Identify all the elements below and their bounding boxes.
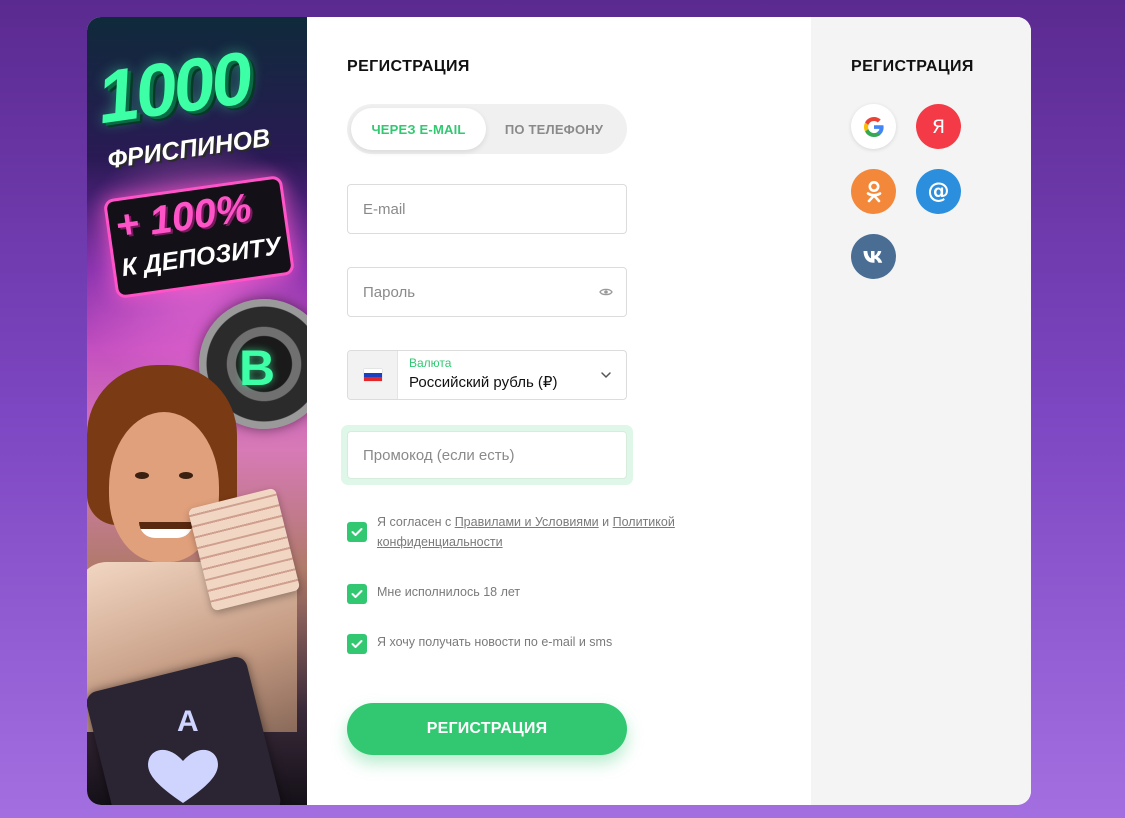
email-field[interactable]	[348, 185, 626, 233]
rules-link[interactable]: Правилами и Условиями	[455, 515, 599, 529]
heart-icon	[148, 749, 218, 803]
mail-ru-login-button[interactable]: @	[916, 169, 961, 214]
vk-icon	[863, 250, 882, 263]
social-title: РЕГИСТРАЦИЯ	[851, 58, 974, 75]
news-checkbox[interactable]	[347, 634, 367, 654]
google-icon	[863, 116, 884, 137]
google-login-button[interactable]	[851, 104, 896, 149]
man-eye-image	[135, 472, 149, 479]
news-checkbox-row: Я хочу получать новости по e-mail и sms	[347, 632, 612, 654]
promo-banner: 1000 ФРИСПИНОВ + 100% К ДЕПОЗИТУ B A	[87, 17, 307, 805]
promo-field-container	[347, 431, 627, 479]
currency-select[interactable]: Валюта Российский рубль (₽)	[347, 350, 627, 400]
registration-method-tabs: ЧЕРЕЗ E-MAIL ПО ТЕЛЕФОНУ	[347, 104, 627, 154]
tab-email[interactable]: ЧЕРЕЗ E-MAIL	[351, 108, 486, 150]
odnoklassniki-icon	[866, 180, 881, 202]
password-field-container	[347, 267, 627, 317]
currency-flag-box	[348, 351, 398, 399]
eye-icon[interactable]	[598, 284, 614, 300]
terms-prefix: Я согласен с	[377, 515, 452, 529]
terms-checkbox-row: Я согласен с Правилами и Условиями и Пол…	[347, 512, 677, 552]
terms-checkbox[interactable]	[347, 522, 367, 542]
check-icon	[351, 590, 363, 598]
check-icon	[351, 528, 363, 536]
banner-headline-number: 1000	[91, 35, 255, 140]
chevron-down-icon	[601, 372, 611, 379]
email-field-container	[347, 184, 627, 234]
terms-text: Я согласен с Правилами и Условиями и Пол…	[377, 512, 677, 552]
card-letter: A	[177, 705, 199, 738]
man-smile-image	[139, 522, 193, 538]
man-eye-image	[179, 472, 193, 479]
currency-value: Российский рубль (₽)	[409, 373, 558, 391]
age-text: Мне исполнилось 18 лет	[377, 585, 521, 599]
promo-focus-ring	[341, 425, 633, 485]
promo-code-field[interactable]	[348, 432, 626, 478]
register-button[interactable]: РЕГИСТРАЦИЯ	[347, 703, 627, 755]
news-text: Я хочу получать новости по e-mail и sms	[377, 635, 613, 649]
form-title: РЕГИСТРАЦИЯ	[347, 58, 470, 75]
mail-ru-icon: @	[927, 179, 950, 204]
yandex-login-button[interactable]: Я	[916, 104, 961, 149]
currency-text: Валюта Российский рубль (₽)	[398, 355, 598, 393]
age-checkbox-row: Мне исполнилось 18 лет	[347, 582, 520, 604]
terms-and: и	[602, 515, 610, 529]
password-field[interactable]	[348, 268, 598, 316]
vk-login-button[interactable]	[851, 234, 896, 279]
currency-label: Валюта	[409, 355, 452, 370]
russia-flag-icon	[363, 369, 382, 381]
registration-form: РЕГИСТРАЦИЯ ЧЕРЕЗ E-MAIL ПО ТЕЛЕФОНУ E-m…	[307, 17, 811, 805]
check-icon	[351, 640, 363, 648]
odnoklassniki-login-button[interactable]	[851, 169, 896, 214]
age-checkbox[interactable]	[347, 584, 367, 604]
chip-logo-icon: B	[239, 340, 276, 396]
yandex-icon: Я	[931, 115, 946, 138]
tab-phone[interactable]: ПО ТЕЛЕФОНУ	[486, 108, 622, 150]
registration-modal: 1000 ФРИСПИНОВ + 100% К ДЕПОЗИТУ B A РЕГ…	[87, 17, 1031, 805]
social-registration-panel: РЕГИСТРАЦИЯ Я @	[811, 17, 1031, 805]
